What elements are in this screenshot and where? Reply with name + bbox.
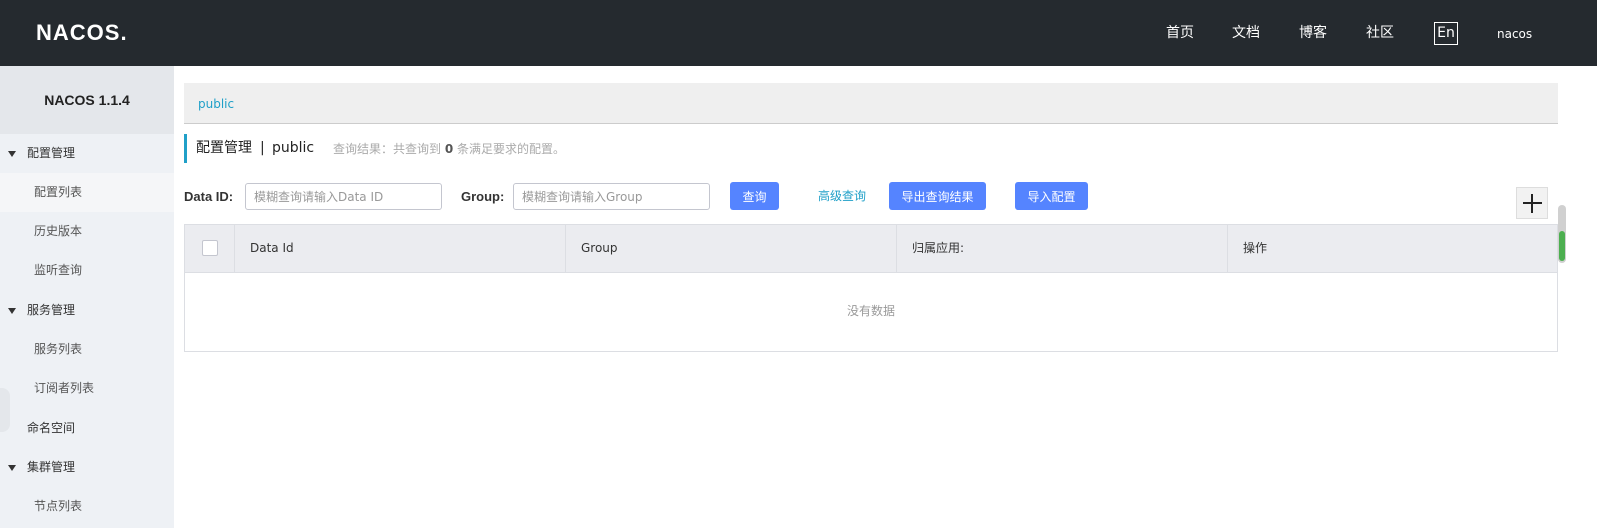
advanced-query-link[interactable]: 高级查询 bbox=[818, 189, 866, 204]
title-namespace: public bbox=[272, 140, 315, 156]
sidebar-group-cluster-management[interactable]: 集群管理 bbox=[0, 448, 174, 487]
column-header-operation[interactable]: 操作 bbox=[1243, 225, 1267, 272]
sidebar-collapse-handle[interactable] bbox=[0, 388, 10, 432]
column-divider bbox=[1227, 225, 1228, 272]
export-results-button[interactable]: 导出查询结果 bbox=[889, 182, 986, 210]
sidebar-group-config-management[interactable]: 配置管理 bbox=[0, 134, 174, 173]
sidebar-item-history[interactable]: 历史版本 bbox=[0, 212, 174, 251]
column-divider bbox=[896, 225, 897, 272]
sidebar-item-label: 配置列表 bbox=[34, 185, 83, 199]
sidebar-item-subscriber-list[interactable]: 订阅者列表 bbox=[0, 369, 174, 408]
sidebar-item-node-list[interactable]: 节点列表 bbox=[0, 487, 174, 526]
sidebar-item-config-list[interactable]: 配置列表 bbox=[0, 173, 174, 212]
data-id-input[interactable] bbox=[245, 183, 442, 210]
column-header-group[interactable]: Group bbox=[581, 225, 618, 272]
table-header: Data Id Group 归属应用: 操作 bbox=[185, 225, 1557, 273]
sidebar-item-label: 节点列表 bbox=[34, 499, 83, 513]
caret-down-icon bbox=[8, 465, 16, 471]
sidebar-item-service-list[interactable]: 服务列表 bbox=[0, 330, 174, 369]
nav-blog[interactable]: 博客 bbox=[1299, 24, 1327, 42]
page-scrollbar[interactable] bbox=[1558, 205, 1566, 263]
nav-community[interactable]: 社区 bbox=[1366, 24, 1394, 42]
page-title-row: 配置管理 | public 查询结果：共查询到 0 条满足要求的配置。 bbox=[184, 134, 1558, 163]
title-separator: | bbox=[260, 140, 265, 156]
query-button[interactable]: 查询 bbox=[730, 182, 779, 210]
sidebar-item-label: 订阅者列表 bbox=[34, 381, 95, 395]
column-header-app[interactable]: 归属应用: bbox=[912, 225, 964, 272]
sidebar-item-label: 服务列表 bbox=[34, 342, 83, 356]
top-header: NACOS. 首页 文档 博客 社区 En nacos bbox=[0, 0, 1597, 66]
column-divider bbox=[565, 225, 566, 272]
sidebar: NACOS 1.1.4 配置管理 配置列表 历史版本 监听查询 服务管理 服务列… bbox=[0, 66, 174, 528]
logo-text: NACOS. bbox=[36, 20, 128, 45]
empty-table-message: 没有数据 bbox=[846, 304, 895, 318]
version-label: NACOS 1.1.4 bbox=[0, 66, 174, 134]
plus-icon-vertical bbox=[1531, 194, 1533, 213]
group-label: Group: bbox=[461, 189, 505, 204]
column-divider bbox=[234, 225, 235, 272]
hint-suffix: 条满足要求的配置。 bbox=[457, 142, 566, 156]
sidebar-item-label: 历史版本 bbox=[34, 224, 83, 238]
sidebar-item-label: 监听查询 bbox=[34, 263, 83, 277]
config-table: Data Id Group 归属应用: 操作 没有数据 bbox=[184, 224, 1558, 352]
nav-home[interactable]: 首页 bbox=[1166, 24, 1194, 42]
sidebar-group-label: 配置管理 bbox=[27, 146, 76, 160]
sidebar-group-label: 服务管理 bbox=[27, 303, 76, 317]
title-accent-bar bbox=[184, 134, 187, 163]
namespace-tab-public[interactable]: public bbox=[198, 96, 234, 112]
caret-down-icon bbox=[8, 308, 16, 314]
namespace-bar: public bbox=[184, 83, 1558, 124]
data-id-label: Data ID: bbox=[184, 189, 234, 204]
sidebar-item-label: 命名空间 bbox=[27, 421, 76, 435]
import-config-button[interactable]: 导入配置 bbox=[1015, 182, 1088, 210]
hint-prefix: 查询结果：共查询到 bbox=[333, 142, 442, 156]
group-input[interactable] bbox=[513, 183, 710, 210]
sidebar-group-label: 集群管理 bbox=[27, 460, 76, 474]
hint-count: 0 bbox=[444, 142, 454, 156]
select-all-checkbox[interactable] bbox=[202, 240, 218, 256]
page-title: 配置管理 bbox=[196, 140, 252, 156]
username[interactable]: nacos bbox=[1497, 26, 1532, 42]
sidebar-group-service-management[interactable]: 服务管理 bbox=[0, 291, 174, 330]
nav-docs[interactable]: 文档 bbox=[1232, 24, 1260, 42]
caret-down-icon bbox=[8, 151, 16, 157]
query-result-hint: 查询结果：共查询到 0 条满足要求的配置。 bbox=[333, 142, 565, 157]
add-config-button[interactable] bbox=[1516, 187, 1548, 219]
sidebar-item-namespace[interactable]: 命名空间 bbox=[0, 409, 174, 448]
column-header-data-id[interactable]: Data Id bbox=[250, 225, 294, 272]
language-toggle-button[interactable]: En bbox=[1434, 22, 1458, 45]
sidebar-item-listener-query[interactable]: 监听查询 bbox=[0, 251, 174, 290]
scrollbar-indicator bbox=[1559, 231, 1565, 261]
